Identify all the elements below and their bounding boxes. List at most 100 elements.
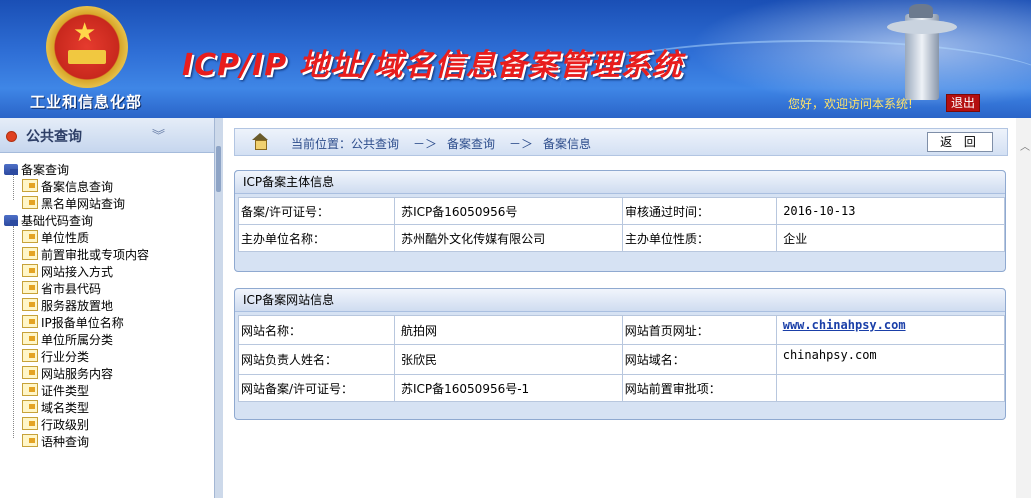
sidebar-item-label: 行政级别: [41, 418, 90, 432]
logout-button[interactable]: 退出: [946, 94, 980, 112]
value-site-domain: chinahpsy.com: [775, 344, 1006, 375]
sidebar-item-id-type[interactable]: 证件类型: [22, 383, 89, 399]
gate-icon: [68, 50, 106, 64]
ministry-name: 工业和信息化部: [30, 93, 143, 111]
back-button[interactable]: 返 回: [927, 132, 993, 152]
document-icon: [22, 264, 38, 277]
sidebar-item-domain-type[interactable]: 域名类型: [22, 400, 89, 416]
header-banner: ★ 工业和信息化部 ICP/IP 地址/域名信息备案管理系统 您好，欢迎访问本系…: [0, 0, 1031, 118]
sidebar-item-access-method[interactable]: 网站接入方式: [22, 264, 113, 280]
sidebar-title: 公共查询: [26, 129, 82, 145]
sidebar-item-unit-nature[interactable]: 单位性质: [22, 230, 89, 246]
breadcrumb-prefix: 当前位置：: [291, 137, 352, 151]
website-info-panel: ICP备案网站信息 网站名称： 航拍网 网站首页网址： www.chinahps…: [234, 288, 1006, 420]
document-icon: [22, 434, 38, 447]
table-row: 网站备案/许可证号： 苏ICP备16050956号-1 网站前置审批项：: [238, 374, 1006, 402]
sidebar-item-label: 语种查询: [41, 435, 90, 449]
breadcrumb-item-filing-info: 备案信息: [543, 137, 592, 151]
sidebar-group-label: 基础代码查询: [21, 214, 94, 228]
document-icon: [22, 179, 38, 192]
sidebar-group-label: 备案查询: [21, 163, 70, 177]
value-homepage-url-cell: www.chinahpsy.com: [775, 315, 1006, 345]
subject-info-panel: ICP备案主体信息 备案/许可证号： 苏ICP备16050956号 审核通过时间…: [234, 170, 1006, 272]
system-title: ICP/IP 地址/域名信息备案管理系统: [182, 48, 683, 83]
sidebar-group-filing-query[interactable]: 备案查询: [4, 162, 69, 178]
sidebar-item-label: IP报备单位名称: [41, 316, 124, 330]
homepage-url-link[interactable]: www.chinahpsy.com: [783, 318, 906, 332]
value-license-no: 苏ICP备16050956号: [394, 197, 624, 225]
sidebar-item-service-content[interactable]: 网站服务内容: [22, 366, 113, 382]
document-icon: [22, 315, 38, 328]
document-icon: [22, 247, 38, 260]
sidebar-item-unit-category[interactable]: 单位所属分类: [22, 332, 113, 348]
value-approval-date: 2016-10-13: [776, 197, 1005, 225]
document-icon: [22, 349, 38, 362]
sidebar-item-label: 服务器放置地: [41, 299, 114, 313]
label-organizer-nature: 主办单位性质：: [622, 224, 778, 252]
value-organizer-name: 苏州酷外文化传媒有限公司: [394, 224, 624, 252]
sidebar: 公共查询 ︾ 备案查询 备案信息查询 黑名单网站查询 基础代码查询 单位性质 前…: [0, 118, 214, 498]
home-icon[interactable]: [251, 133, 269, 150]
breadcrumb-item-filing-query: 备案查询: [447, 137, 496, 151]
document-icon: [22, 400, 38, 413]
sidebar-item-label: 网站服务内容: [41, 367, 114, 381]
breadcrumb-item-public-query: 公共查询: [351, 137, 400, 151]
table-row: 主办单位名称： 苏州酷外文化传媒有限公司 主办单位性质： 企业: [237, 224, 1005, 252]
scroll-up-arrow-icon[interactable]: ︿: [1020, 138, 1030, 153]
sidebar-item-ip-unit-name[interactable]: IP报备单位名称: [22, 315, 124, 331]
sidebar-item-industry[interactable]: 行业分类: [22, 349, 89, 365]
website-info-table: 网站名称： 航拍网 网站首页网址： www.chinahpsy.com 网站负责…: [238, 315, 1006, 402]
splitter-grip[interactable]: [216, 146, 221, 192]
sidebar-item-server-location[interactable]: 服务器放置地: [22, 298, 113, 314]
sidebar-item-filing-info-query[interactable]: 备案信息查询: [22, 179, 113, 195]
star-icon: ★: [73, 18, 97, 48]
welcome-text: 您好，欢迎访问本系统!: [788, 97, 913, 111]
document-icon: [22, 281, 38, 294]
sidebar-item-admin-level[interactable]: 行政级别: [22, 417, 89, 433]
sidebar-item-label: 网站接入方式: [41, 265, 114, 279]
panel-title: ICP备案主体信息: [235, 171, 1005, 194]
document-icon: [22, 366, 38, 379]
sidebar-item-label: 域名类型: [41, 401, 90, 415]
sidebar-item-label: 单位性质: [41, 231, 90, 245]
value-site-owner: 张欣民: [393, 344, 623, 375]
document-icon: [22, 230, 38, 243]
sidebar-item-label: 省市县代码: [41, 282, 102, 296]
label-organizer-name: 主办单位名称：: [237, 224, 396, 252]
collapse-chevron-icon[interactable]: ︾: [152, 125, 165, 144]
label-license-no: 备案/许可证号：: [237, 197, 396, 225]
sidebar-splitter[interactable]: [214, 118, 223, 498]
value-site-name: 航拍网: [393, 315, 623, 345]
folder-icon: [4, 164, 18, 175]
document-icon: [22, 332, 38, 345]
sidebar-item-label: 证件类型: [41, 384, 90, 398]
bullet-icon: [6, 131, 17, 142]
sidebar-item-label: 前置审批或专项内容: [41, 248, 150, 262]
document-icon: [22, 298, 38, 311]
panel-title: ICP备案网站信息: [235, 289, 1005, 312]
sidebar-group-basic-code-query[interactable]: 基础代码查询: [4, 213, 93, 229]
sidebar-item-pre-approval[interactable]: 前置审批或专项内容: [22, 247, 149, 263]
value-organizer-nature: 企业: [776, 224, 1005, 252]
label-approval-date: 审核通过时间：: [622, 197, 778, 225]
label-site-license-no: 网站备案/许可证号：: [238, 374, 395, 402]
table-row: 备案/许可证号： 苏ICP备16050956号 审核通过时间： 2016-10-…: [237, 197, 1005, 225]
sidebar-item-label: 单位所属分类: [41, 333, 114, 347]
document-icon: [22, 196, 38, 209]
huabiao-pillar-icon: [887, 4, 957, 100]
label-homepage-url: 网站首页网址：: [621, 315, 777, 345]
breadcrumb: 当前位置： 公共查询 －＞ 备案查询 －＞ 备案信息 返 回: [234, 128, 1008, 156]
sidebar-item-region-code[interactable]: 省市县代码: [22, 281, 101, 297]
label-site-owner: 网站负责人姓名：: [238, 344, 395, 375]
subject-info-table: 备案/许可证号： 苏ICP备16050956号 审核通过时间： 2016-10-…: [237, 197, 1005, 252]
breadcrumb-separator: －＞: [509, 137, 534, 151]
sidebar-item-language[interactable]: 语种查询: [22, 434, 89, 450]
vertical-scrollbar[interactable]: ︿: [1016, 118, 1031, 498]
sidebar-header[interactable]: 公共查询 ︾: [0, 118, 214, 153]
breadcrumb-separator: －＞: [413, 137, 438, 151]
national-emblem-logo: ★: [46, 6, 128, 88]
value-site-license-no: 苏ICP备16050956号-1: [393, 374, 623, 402]
sidebar-item-label: 黑名单网站查询: [41, 197, 126, 211]
pillar-top-icon: [909, 4, 933, 18]
sidebar-item-blacklist-query[interactable]: 黑名单网站查询: [22, 196, 125, 212]
